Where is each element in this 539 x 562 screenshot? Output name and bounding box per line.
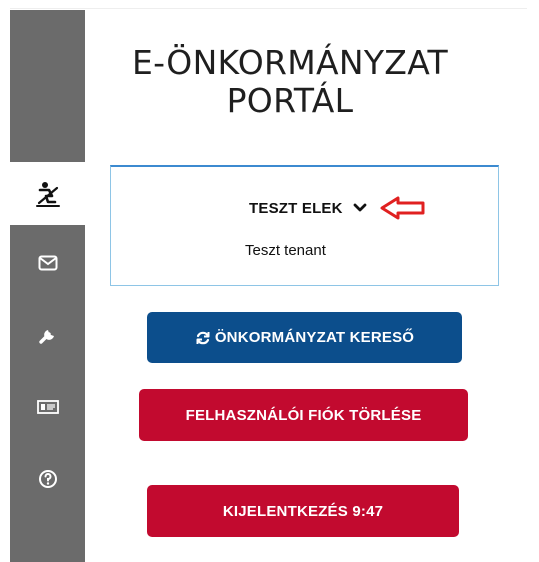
user-panel: TESZT ELEK Teszt tenant bbox=[110, 165, 499, 286]
municipality-search-button[interactable]: ÖNKORMÁNYZAT KERESŐ bbox=[147, 312, 462, 363]
page-title: E-ÖNKORMÁNYZAT PORTÁL bbox=[110, 44, 470, 120]
logout-button[interactable]: KIJELENTKEZÉS 9:47 bbox=[147, 485, 459, 537]
refresh-icon bbox=[195, 330, 211, 346]
delete-account-label: FELHASZNÁLÓI FIÓK TÖRLÉSE bbox=[185, 406, 422, 424]
municipality-search-label: ÖNKORMÁNYZAT KERESŐ bbox=[214, 329, 415, 346]
wrench-icon bbox=[38, 330, 54, 344]
sidebar-top-block bbox=[10, 10, 85, 138]
sidebar-item-messages[interactable] bbox=[10, 238, 85, 288]
user-name: TESZT ELEK bbox=[249, 199, 343, 217]
envelope-icon bbox=[38, 255, 57, 271]
chevron-down-icon[interactable] bbox=[353, 203, 367, 213]
id-card-icon bbox=[36, 400, 59, 414]
sidebar-item-help[interactable] bbox=[10, 454, 85, 504]
user-menu-toggle[interactable]: TESZT ELEK bbox=[249, 195, 427, 221]
page-title-line-2: PORTÁL bbox=[226, 81, 354, 120]
sidebar-item-settings[interactable] bbox=[10, 310, 85, 360]
logout-label: KIJELENTKEZÉS 9:47 bbox=[222, 502, 384, 520]
delete-account-button[interactable]: FELHASZNÁLÓI FIÓK TÖRLÉSE bbox=[139, 389, 468, 441]
sidebar-item-card[interactable] bbox=[10, 382, 85, 432]
person-eraser-icon bbox=[35, 181, 60, 207]
tenant-name: Teszt tenant bbox=[245, 242, 326, 259]
page-title-line-1: E-ÖNKORMÁNYZAT bbox=[132, 43, 448, 82]
top-divider bbox=[10, 8, 527, 9]
sidebar bbox=[10, 10, 85, 562]
help-icon bbox=[38, 470, 57, 488]
annotation-arrow-icon bbox=[380, 196, 425, 220]
sidebar-item-profile[interactable] bbox=[10, 162, 85, 225]
